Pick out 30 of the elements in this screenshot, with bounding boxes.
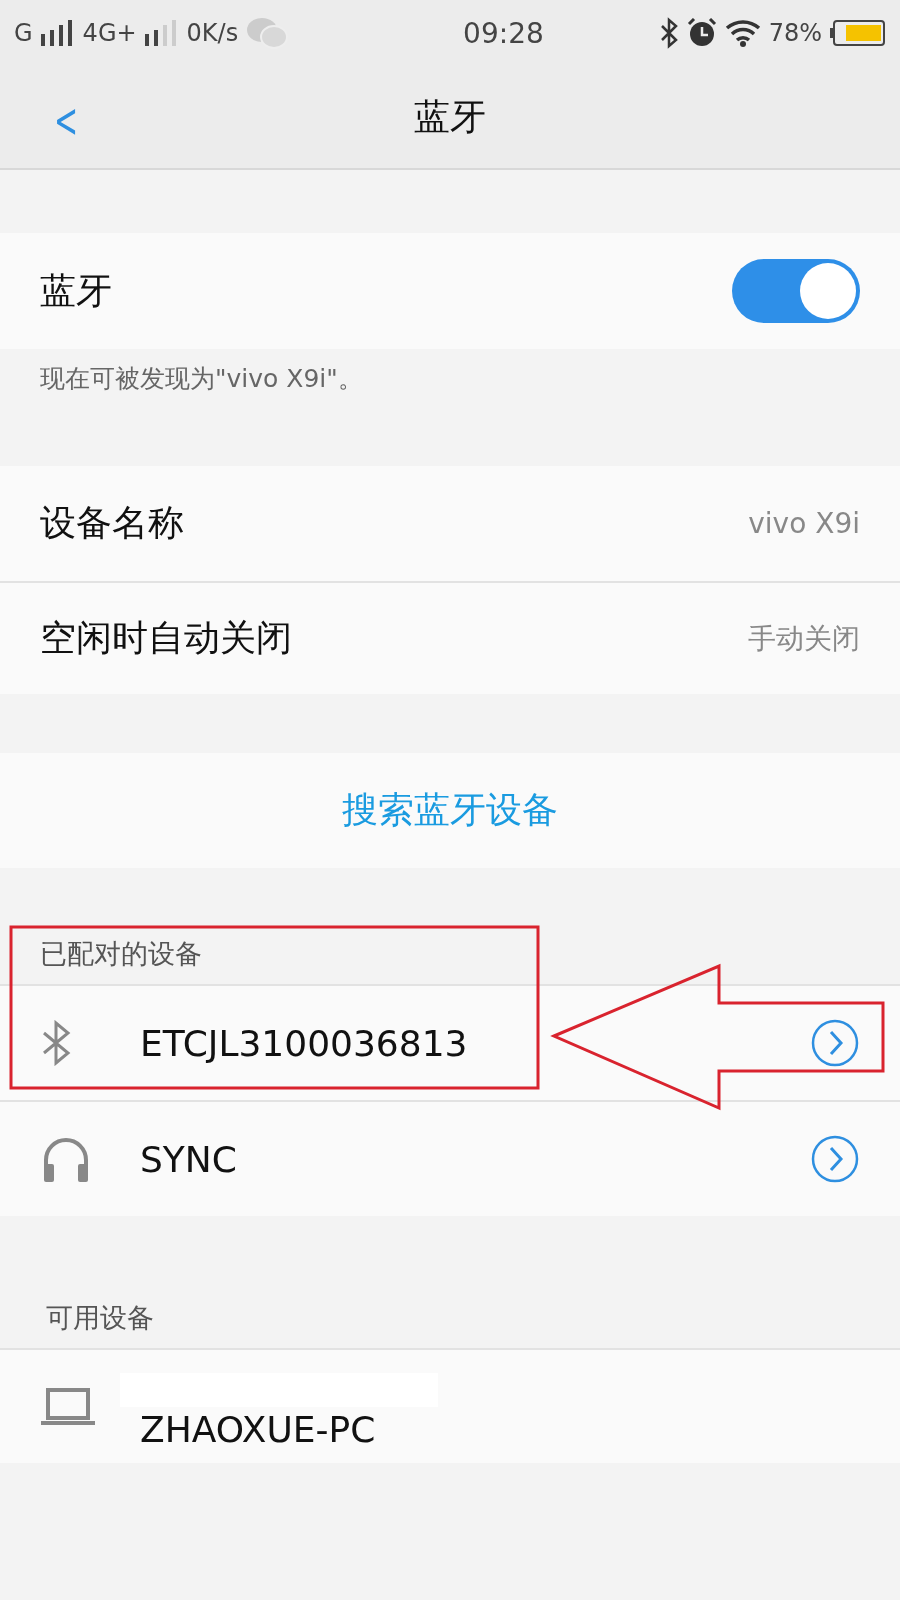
device-name: SYNC — [140, 1138, 238, 1180]
bluetooth-icon — [658, 17, 679, 49]
chat-bubbles-icon — [246, 17, 289, 49]
page-title: 蓝牙 — [414, 94, 486, 139]
bluetooth-icon — [40, 1020, 72, 1066]
device-name: ETCJL3100036813 — [140, 1022, 469, 1064]
setting-value: 手动关闭 — [748, 620, 860, 657]
battery-icon — [830, 20, 886, 46]
device-name: ZHAOXUE-PC — [140, 1409, 377, 1450]
setting-label: 空闲时自动关闭 — [40, 616, 293, 660]
device-row[interactable]: ETCJL3100036813 — [0, 984, 900, 1100]
clock-time: 09:28 — [462, 16, 544, 50]
network-label: 4G+ — [82, 19, 137, 47]
discoverable-caption: 现在可被发现为"vivo X9i"。 — [39, 362, 364, 395]
setting-value: vivo X9i — [748, 507, 860, 540]
battery-percent: 78% — [768, 19, 822, 47]
section-header: 已配对的设备 — [40, 937, 202, 971]
laptop-icon — [40, 1386, 96, 1427]
speed-label: 0K/s — [186, 19, 239, 47]
device-row[interactable]: SYNC — [0, 1100, 900, 1216]
network-label: G — [14, 19, 33, 47]
setting-label: 设备名称 — [40, 501, 185, 545]
chevron-circle-icon[interactable] — [810, 1018, 860, 1068]
signal-icon — [144, 20, 179, 46]
chevron-circle-icon[interactable] — [810, 1134, 860, 1184]
wifi-icon — [724, 19, 761, 47]
section-header: 可用设备 — [46, 1301, 154, 1335]
alarm-icon — [686, 18, 717, 48]
setting-label: 蓝牙 — [40, 268, 113, 313]
signal-icon — [40, 20, 75, 46]
